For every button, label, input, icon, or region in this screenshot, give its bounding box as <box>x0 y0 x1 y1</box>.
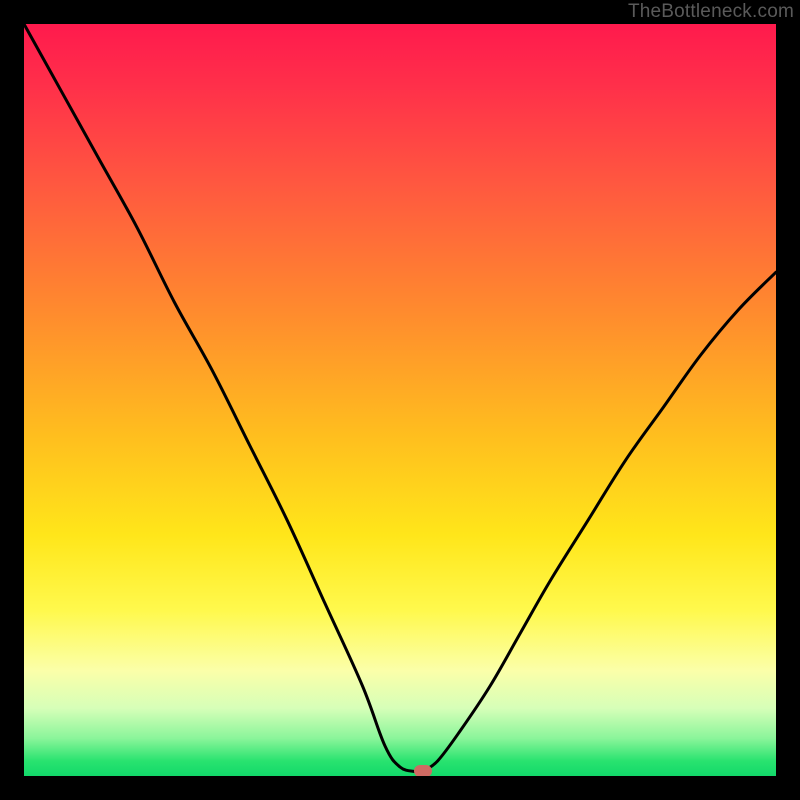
curve-right-branch <box>423 272 776 771</box>
curve-left-branch <box>24 24 423 772</box>
chart-frame: TheBottleneck.com <box>0 0 800 800</box>
bottleneck-curve <box>24 24 776 776</box>
attribution-label: TheBottleneck.com <box>628 1 794 23</box>
optimum-marker <box>414 765 432 776</box>
plot-area <box>24 24 776 776</box>
